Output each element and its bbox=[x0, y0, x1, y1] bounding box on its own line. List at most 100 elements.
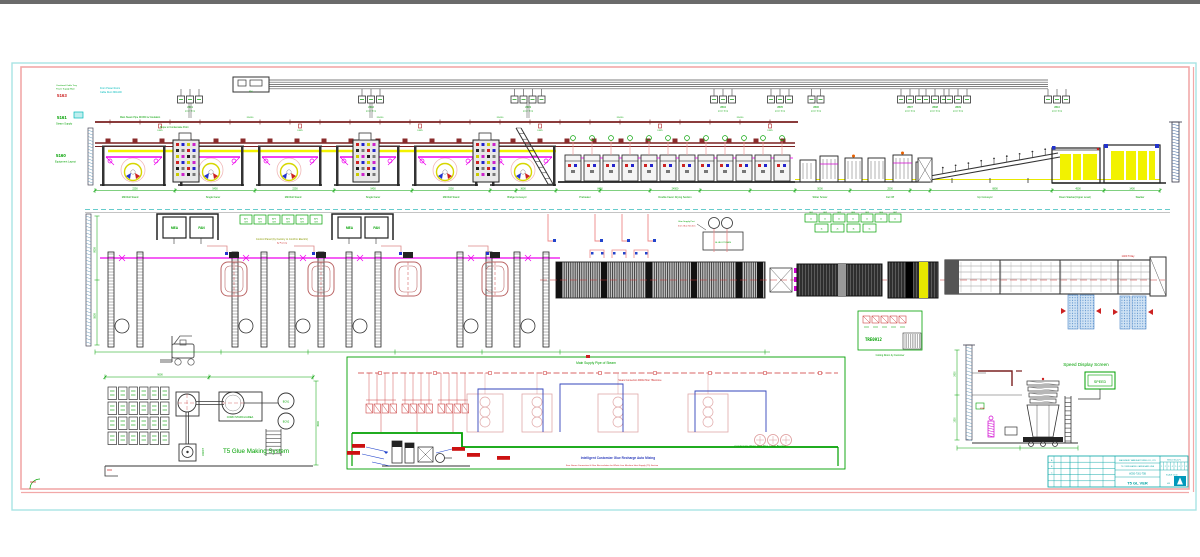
svg-text:1: 1 bbox=[1161, 466, 1162, 468]
svg-text:W250-7301-T5B: W250-7301-T5B bbox=[1129, 474, 1146, 476]
svg-text:T5 CORRUGATED CARDBOARD LINE: T5 CORRUGATED CARDBOARD LINE bbox=[1121, 465, 1155, 468]
svg-text:3kW: 3kW bbox=[258, 222, 262, 224]
speed-screen-detail: 2600 1800 bbox=[955, 345, 1116, 451]
svg-text:8: 8 bbox=[1186, 466, 1187, 468]
svg-text:DN150: DN150 bbox=[247, 117, 254, 119]
svg-text:Power Supply Main: Power Supply Main bbox=[56, 88, 76, 91]
svg-text:B: B bbox=[1051, 466, 1053, 468]
svg-text:2k: 2k bbox=[824, 219, 826, 221]
svg-text:2k: 2k bbox=[836, 229, 838, 231]
svg-text:1400: 1400 bbox=[1129, 188, 1135, 191]
piping-red-subtitle: Four Steam Connection & Glue Recirculati… bbox=[566, 464, 659, 467]
svg-text:AP4: AP4 bbox=[286, 217, 291, 220]
svg-text:5160: 5160 bbox=[56, 153, 66, 158]
svg-text:Equipment Layout: Equipment Layout bbox=[55, 160, 76, 164]
corn-starch-area-label: CORN STARCH AREA bbox=[227, 415, 254, 419]
svg-text:2k: 2k bbox=[880, 219, 882, 221]
svg-text:DN150: DN150 bbox=[737, 117, 744, 119]
svg-text:2600: 2600 bbox=[955, 371, 957, 377]
speed-screen-text: SPEED bbox=[1094, 380, 1107, 384]
svg-text:5450: 5450 bbox=[370, 188, 376, 191]
svg-text:3kW: 3kW bbox=[244, 222, 248, 224]
svg-text:power drop: power drop bbox=[1052, 111, 1063, 113]
svg-text:DN25: DN25 bbox=[297, 130, 303, 132]
svg-text:JB01: JB01 bbox=[187, 105, 193, 109]
glue-port-note2: from Glue Kitchen bbox=[678, 225, 696, 228]
svg-text:2: 2 bbox=[1165, 466, 1166, 468]
svg-text:power drop: power drop bbox=[811, 111, 822, 113]
svg-text:DN25: DN25 bbox=[157, 130, 163, 132]
svg-text:5450: 5450 bbox=[212, 188, 218, 191]
svg-text:Steam Supply: Steam Supply bbox=[56, 122, 73, 126]
svg-text:JB03: JB03 bbox=[525, 105, 531, 109]
svg-text:2250: 2250 bbox=[292, 188, 298, 191]
svg-text:DN25: DN25 bbox=[417, 130, 423, 132]
svg-text:power drop: power drop bbox=[775, 111, 786, 113]
svg-text:FAN: FAN bbox=[198, 226, 205, 230]
svg-text:Single Facer: Single Facer bbox=[366, 195, 381, 199]
svg-text:Stacker: Stacker bbox=[1136, 195, 1145, 199]
svg-text:3k: 3k bbox=[852, 229, 854, 231]
legend-title: Control Panel (by Factory to Confirm Ele… bbox=[256, 237, 308, 241]
svg-text:JB08: JB08 bbox=[932, 105, 938, 109]
svg-text:JB05: JB05 bbox=[777, 105, 783, 109]
svg-text:power drop: power drop bbox=[185, 111, 196, 113]
svg-text:24500: 24500 bbox=[672, 188, 679, 191]
cad-drawing-viewport[interactable]: PNLJB01power dropJB02power dropJB03power… bbox=[0, 0, 1200, 557]
svg-text:1800: 1800 bbox=[955, 417, 957, 423]
svg-text:AP1: AP1 bbox=[244, 217, 249, 220]
svg-text:HX: HX bbox=[1167, 483, 1171, 485]
svg-text:MACHINERY MANUFACTURING CO., L: MACHINERY MANUFACTURING CO., LTD bbox=[1119, 459, 1156, 462]
svg-text:2k: 2k bbox=[866, 219, 868, 221]
svg-text:AP2: AP2 bbox=[258, 217, 263, 220]
cyan-note-1: From Power Room bbox=[100, 87, 120, 90]
svg-text:MEA: MEA bbox=[346, 226, 354, 230]
svg-text:5500: 5500 bbox=[94, 313, 97, 319]
corrugator-layout-drawing[interactable]: PNLJB01power dropJB02power dropJB03power… bbox=[0, 0, 1200, 557]
svg-text:MEA: MEA bbox=[171, 226, 179, 230]
svg-text:9600: 9600 bbox=[157, 374, 163, 377]
svg-text:2k: 2k bbox=[838, 219, 840, 221]
svg-text:power drop: power drop bbox=[523, 111, 534, 113]
speed-display-title: Speed Display Screen bbox=[1063, 362, 1109, 367]
svg-text:FAN: FAN bbox=[373, 226, 380, 230]
svg-text:8450: 8450 bbox=[597, 188, 603, 191]
svg-text:JB10: JB10 bbox=[1054, 105, 1060, 109]
svg-text:DN150: DN150 bbox=[377, 117, 384, 119]
svg-text:6800: 6800 bbox=[992, 188, 998, 191]
svg-text:5000: 5000 bbox=[817, 188, 823, 191]
condensate-label: Condensate Water Main Pipe Lower Bracket bbox=[734, 444, 785, 448]
svg-text:2k: 2k bbox=[852, 219, 854, 221]
svg-text:5k: 5k bbox=[868, 229, 870, 231]
svg-text:Overhead Cable Tray: Overhead Cable Tray bbox=[56, 84, 78, 87]
svg-text:JB07: JB07 bbox=[907, 105, 913, 109]
wall-tag: KBA bbox=[980, 407, 985, 410]
svg-text:Down Stacker(Upper Level): Down Stacker(Upper Level) bbox=[1059, 195, 1091, 199]
svg-text:Single Facer: Single Facer bbox=[206, 195, 221, 199]
svg-text:Mill Roll Stand: Mill Roll Stand bbox=[285, 195, 302, 199]
plan-view-band: 90005500MEAFANMEAFANAP13kWAP23kWAP33kWAP… bbox=[85, 210, 1170, 366]
svg-text:6: 6 bbox=[1179, 466, 1180, 468]
svg-text:power drop: power drop bbox=[953, 111, 964, 113]
svg-text:DN25: DN25 bbox=[537, 130, 543, 132]
left-row-labels: Overhead Cable TrayPower Supply Main5163… bbox=[55, 84, 83, 164]
glue-making-system-detail: 96003500 bbox=[104, 374, 321, 477]
svg-text:2k: 2k bbox=[894, 219, 896, 221]
svg-text:JB09: JB09 bbox=[955, 105, 961, 109]
svg-text:3kW: 3kW bbox=[314, 222, 318, 224]
svg-text:Up Conveyor: Up Conveyor bbox=[977, 195, 992, 199]
cyan-note-2: Cable Duct 300x100 bbox=[100, 91, 122, 94]
svg-text:2500: 2500 bbox=[887, 188, 893, 191]
piping-top-label: Main Supply Pipe of Steam bbox=[576, 361, 616, 365]
steam-connection-label: Steam Connection 9000L/Hour 75kw/once bbox=[618, 379, 662, 382]
glue-kitchen-label: GLUE KITCHEN bbox=[715, 242, 732, 244]
legend-note-red: by Factory bbox=[277, 242, 288, 245]
glue-system-title: T5 Glue Making System bbox=[223, 448, 289, 455]
steam-note-2: Slope to Condensate Point bbox=[160, 126, 189, 129]
svg-text:Cut Off: Cut Off bbox=[886, 195, 894, 199]
svg-text:2250: 2250 bbox=[448, 188, 454, 191]
svg-text:DN25: DN25 bbox=[767, 130, 773, 132]
svg-text:2k: 2k bbox=[810, 219, 812, 221]
svg-text:2250: 2250 bbox=[132, 188, 138, 191]
svg-text:T5 GL VER: T5 GL VER bbox=[1127, 481, 1148, 486]
